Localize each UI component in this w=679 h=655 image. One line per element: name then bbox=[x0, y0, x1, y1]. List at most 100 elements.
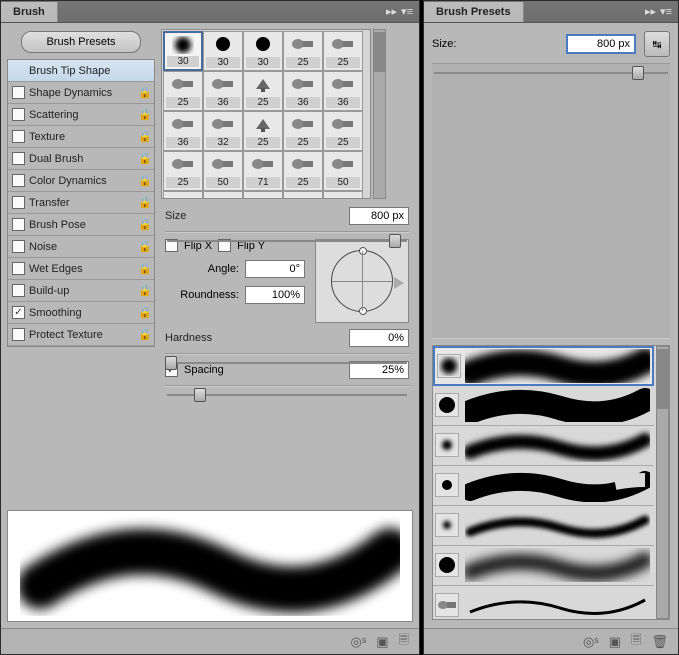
brush-thumb[interactable]: 25 bbox=[283, 111, 323, 151]
size-slider[interactable] bbox=[165, 231, 409, 233]
brush-thumb[interactable]: 50 bbox=[163, 191, 203, 199]
option-scattering[interactable]: Scattering🔒 bbox=[8, 104, 154, 126]
option-checkbox[interactable] bbox=[12, 174, 25, 187]
lock-icon[interactable]: 🔒 bbox=[138, 196, 150, 209]
brush-panel: Brush ▸▸ ▾≡ Brush Presets Brush Tip Shap… bbox=[0, 0, 420, 655]
brush-thumb[interactable]: 25 bbox=[163, 71, 203, 111]
spacing-slider[interactable] bbox=[165, 385, 409, 387]
angle-wheel[interactable] bbox=[315, 239, 409, 323]
menu-icon[interactable]: ▾≡ bbox=[401, 5, 413, 18]
thumb-scrollbar[interactable] bbox=[373, 29, 386, 199]
presets-tab[interactable]: Brush Presets bbox=[424, 2, 524, 22]
collapse-icon[interactable]: ▸▸ bbox=[645, 5, 656, 18]
lock-icon[interactable]: 🔒 bbox=[138, 108, 150, 121]
option-checkbox[interactable] bbox=[12, 130, 25, 143]
option-shape-dynamics[interactable]: Shape Dynamics🔒 bbox=[8, 82, 154, 104]
option-smoothing[interactable]: Smoothing🔒 bbox=[8, 302, 154, 324]
option-wet-edges[interactable]: Wet Edges🔒 bbox=[8, 258, 154, 280]
option-checkbox[interactable] bbox=[12, 218, 25, 231]
brush-presets-button[interactable]: Brush Presets bbox=[21, 31, 141, 53]
lock-icon[interactable]: 🔒 bbox=[138, 86, 150, 99]
brush-thumb[interactable]: 25 bbox=[323, 111, 363, 151]
brush-thumb[interactable]: 30 bbox=[243, 31, 283, 71]
lock-icon[interactable]: 🔒 bbox=[138, 262, 150, 275]
angle-input[interactable] bbox=[245, 260, 305, 278]
brush-thumb[interactable]: 30 bbox=[203, 31, 243, 71]
preset-item[interactable] bbox=[433, 586, 654, 621]
option-checkbox[interactable] bbox=[12, 152, 25, 165]
brush-thumb[interactable]: 32 bbox=[203, 111, 243, 151]
option-color-dynamics[interactable]: Color Dynamics🔒 bbox=[8, 170, 154, 192]
brush-thumb[interactable]: 50 bbox=[203, 151, 243, 191]
preset-item[interactable] bbox=[433, 506, 654, 546]
option-texture[interactable]: Texture🔒 bbox=[8, 126, 154, 148]
brush-thumb[interactable]: 25 bbox=[283, 151, 323, 191]
roundness-input[interactable] bbox=[245, 286, 305, 304]
hardness-slider[interactable] bbox=[165, 353, 409, 355]
new-preset-icon[interactable]: ▣ bbox=[609, 634, 621, 650]
brush-thumb[interactable]: 30 bbox=[163, 31, 203, 71]
collapse-icon[interactable]: ▸▸ bbox=[386, 5, 397, 18]
option-checkbox[interactable] bbox=[12, 108, 25, 121]
brush-thumb[interactable]: 25 bbox=[163, 151, 203, 191]
brush-size-label: 50 bbox=[206, 177, 240, 188]
brush-thumb[interactable]: 36 bbox=[163, 111, 203, 151]
lock-icon[interactable]: 🔒 bbox=[138, 328, 150, 341]
option-noise[interactable]: Noise🔒 bbox=[8, 236, 154, 258]
option-checkbox[interactable] bbox=[12, 86, 25, 99]
brush-thumb[interactable]: 25 bbox=[323, 31, 363, 71]
preset-item[interactable] bbox=[433, 426, 654, 466]
brush-thumb[interactable]: 50 bbox=[203, 191, 243, 199]
preset-item[interactable] bbox=[433, 546, 654, 586]
menu-icon[interactable]: ▾≡ bbox=[660, 5, 672, 18]
brush-size-label: 30 bbox=[246, 57, 280, 68]
brush-thumb[interactable]: 50 bbox=[243, 191, 283, 199]
lock-icon[interactable]: 🔒 bbox=[138, 174, 150, 187]
lock-icon[interactable]: 🔒 bbox=[138, 306, 150, 319]
preset-list bbox=[432, 345, 670, 621]
trash-icon[interactable]: 🗑 bbox=[651, 634, 668, 650]
size-input[interactable] bbox=[349, 207, 409, 225]
option-checkbox[interactable] bbox=[12, 240, 25, 253]
option-protect-texture[interactable]: Protect Texture🔒 bbox=[8, 324, 154, 346]
lock-icon[interactable]: 🔒 bbox=[138, 284, 150, 297]
option-checkbox[interactable] bbox=[12, 284, 25, 297]
brush-tab[interactable]: Brush bbox=[1, 2, 58, 22]
preset-size-slider[interactable] bbox=[432, 63, 670, 339]
toggle-preview-icon[interactable]: ◎ˢ bbox=[350, 634, 366, 650]
option-transfer[interactable]: Transfer🔒 bbox=[8, 192, 154, 214]
option-checkbox[interactable] bbox=[12, 262, 25, 275]
brush-thumb[interactable]: 50 bbox=[283, 191, 323, 199]
preset-item[interactable] bbox=[433, 466, 654, 506]
option-build-up[interactable]: Build-up🔒 bbox=[8, 280, 154, 302]
lock-icon[interactable]: 🔒 bbox=[138, 152, 150, 165]
brush-thumb[interactable]: 25 bbox=[243, 71, 283, 111]
lock-icon[interactable]: 🔒 bbox=[138, 130, 150, 143]
hardness-input[interactable] bbox=[349, 329, 409, 347]
brush-thumb[interactable]: 71 bbox=[243, 151, 283, 191]
brush-thumb[interactable]: 36 bbox=[283, 71, 323, 111]
lock-icon[interactable]: 🔒 bbox=[138, 218, 150, 231]
brush-thumb[interactable]: 25 bbox=[283, 31, 323, 71]
option-checkbox[interactable] bbox=[12, 306, 25, 319]
brush-thumb[interactable]: 36 bbox=[203, 71, 243, 111]
doc-icon[interactable]: 🗏 bbox=[631, 631, 641, 653]
brush-thumb[interactable]: 50 bbox=[323, 151, 363, 191]
preset-size-input[interactable] bbox=[566, 34, 636, 54]
toggle-preview-icon[interactable]: ◎ˢ bbox=[583, 634, 599, 650]
lock-icon[interactable]: 🔒 bbox=[138, 240, 150, 253]
preset-scrollbar[interactable] bbox=[656, 346, 669, 620]
new-preset-icon[interactable]: ▣ bbox=[376, 634, 388, 650]
option-checkbox[interactable] bbox=[12, 196, 25, 209]
preset-item[interactable] bbox=[433, 346, 654, 386]
option-checkbox[interactable] bbox=[12, 328, 25, 341]
brush-thumb[interactable]: 36 bbox=[323, 191, 363, 199]
brush-thumb[interactable]: 25 bbox=[243, 111, 283, 151]
preset-item[interactable] bbox=[433, 386, 654, 426]
option-brush-pose[interactable]: Brush Pose🔒 bbox=[8, 214, 154, 236]
brush-thumb[interactable]: 36 bbox=[323, 71, 363, 111]
option-dual-brush[interactable]: Dual Brush🔒 bbox=[8, 148, 154, 170]
doc-icon[interactable]: 🗏 bbox=[399, 631, 409, 653]
toggle-brush-panel-icon[interactable]: ↹ bbox=[644, 31, 670, 57]
option-brush-tip-shape[interactable]: Brush Tip Shape bbox=[8, 60, 154, 82]
